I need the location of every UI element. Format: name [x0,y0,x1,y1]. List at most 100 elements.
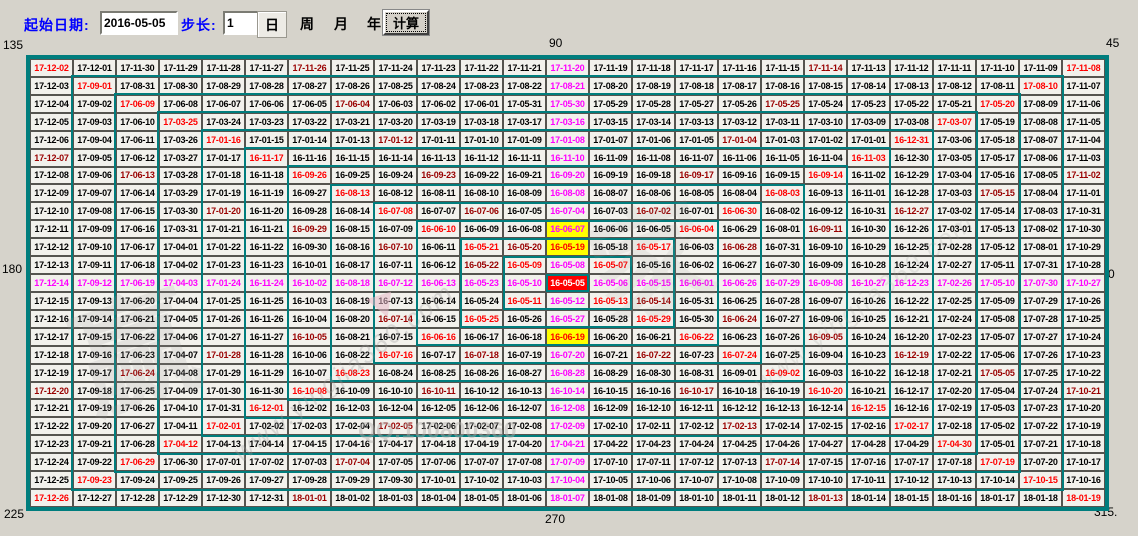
date-cell: 16-11-15 [331,149,374,167]
date-cell: 17-04-24 [675,435,718,453]
date-cell: 16-08-04 [718,184,761,202]
date-cell: 17-03-30 [159,202,202,220]
date-cell: 17-03-01 [933,220,976,238]
date-cell: 16-07-29 [761,274,804,292]
date-cell: 16-07-07 [417,202,460,220]
date-cell: 16-10-23 [847,346,890,364]
date-cell: 16-08-12 [374,184,417,202]
date-cell: 16-09-21 [503,167,546,185]
date-cell: 17-10-07 [675,471,718,489]
date-cell: 17-05-10 [976,274,1019,292]
date-cell: 17-09-07 [73,184,116,202]
angle-label-90: 90 [549,36,562,50]
date-cell: 17-10-23 [1062,346,1105,364]
unit-option-day[interactable]: 日 [257,11,287,38]
date-cell: 16-10-27 [847,274,890,292]
date-cell: 16-08-17 [331,256,374,274]
unit-option-month[interactable]: 月 [334,14,348,34]
date-cell: 17-01-18 [202,167,245,185]
date-cell: 16-08-22 [331,346,374,364]
date-cell: 16-07-04 [546,202,589,220]
unit-option-year[interactable]: 年 [367,14,381,34]
date-cell: 17-08-01 [1019,238,1062,256]
date-cell: 16-09-09 [804,256,847,274]
date-cell: 17-10-24 [1062,328,1105,346]
date-cell: 16-11-22 [245,238,288,256]
date-cell: 17-08-22 [503,77,546,95]
date-cell: 17-05-22 [890,95,933,113]
date-cell: 17-02-28 [933,238,976,256]
date-cell: 17-08-31 [116,77,159,95]
date-cell: 17-07-17 [890,453,933,471]
date-cell: 17-02-10 [589,417,632,435]
date-cell: 17-10-06 [632,471,675,489]
date-cell: 16-06-25 [718,292,761,310]
date-cell: 16-06-13 [417,274,460,292]
date-cell: 16-05-26 [503,310,546,328]
date-cell: 16-06-08 [503,220,546,238]
date-cell: 17-10-13 [933,471,976,489]
date-cell: 16-11-23 [245,256,288,274]
date-cell: 17-02-05 [374,417,417,435]
date-cell: 17-10-17 [1062,453,1105,471]
date-cell: 16-12-26 [890,220,933,238]
unit-option-week[interactable]: 周 [300,14,314,34]
date-cell: 16-06-06 [589,220,632,238]
date-cell: 17-08-21 [546,77,589,95]
date-cell: 16-11-21 [245,220,288,238]
date-cell: 16-08-15 [331,220,374,238]
date-cell: 16-08-16 [331,238,374,256]
step-input[interactable] [223,11,259,35]
date-cell: 17-05-15 [976,184,1019,202]
date-cell: 17-08-13 [890,77,933,95]
date-cell: 17-12-02 [30,59,73,77]
date-cell: 16-08-21 [331,328,374,346]
date-cell: 17-12-29 [159,489,202,507]
date-cell: 16-07-28 [761,292,804,310]
date-cell: 16-06-20 [589,328,632,346]
date-cell: 17-10-31 [1062,202,1105,220]
date-cell: 17-01-11 [417,131,460,149]
date-cell: 17-02-13 [718,417,761,435]
date-cell: 17-06-19 [116,274,159,292]
date-cell: 16-11-19 [245,184,288,202]
calculate-button[interactable]: 计算 [383,10,429,35]
start-date-input[interactable] [100,11,178,35]
date-cell: 18-01-19 [1062,489,1105,507]
date-cell: 17-09-30 [374,471,417,489]
date-cell: 16-10-13 [503,382,546,400]
date-cell: 17-07-15 [804,453,847,471]
date-cell: 16-10-22 [847,364,890,382]
date-cell: 17-08-11 [976,77,1019,95]
date-cell: 17-04-18 [417,435,460,453]
date-cell: 16-10-21 [847,382,890,400]
date-cell: 17-02-01 [202,417,245,435]
date-cell: 16-11-16 [288,149,331,167]
date-cell: 16-12-05 [417,399,460,417]
date-cell: 16-12-15 [847,399,890,417]
date-cell: 17-02-12 [675,417,718,435]
date-cell: 17-08-25 [374,77,417,95]
date-cell: 17-02-02 [245,417,288,435]
date-cell: 17-02-25 [933,292,976,310]
date-cell: 17-10-29 [1062,238,1105,256]
date-cell: 17-01-27 [202,328,245,346]
date-cell: 16-10-01 [288,256,331,274]
date-cell: 17-11-04 [1062,131,1105,149]
date-cell: 17-09-05 [73,149,116,167]
date-cell: 16-07-18 [460,346,503,364]
date-cell: 16-12-25 [890,238,933,256]
date-cell: 16-11-14 [374,149,417,167]
date-cell: 17-01-25 [202,292,245,310]
date-cell: 16-05-09 [503,256,546,274]
date-cell: 16-10-11 [417,382,460,400]
date-cell: 17-06-28 [116,435,159,453]
date-cell: 17-10-16 [1062,471,1105,489]
date-cell: 17-08-08 [1019,113,1062,131]
date-cell: 17-11-03 [1062,149,1105,167]
date-cell: 17-09-22 [73,453,116,471]
date-cell: 16-07-16 [374,346,417,364]
date-cell: 16-07-10 [374,238,417,256]
date-cell: 17-12-27 [73,489,116,507]
angle-label-135: 135 [3,38,23,52]
